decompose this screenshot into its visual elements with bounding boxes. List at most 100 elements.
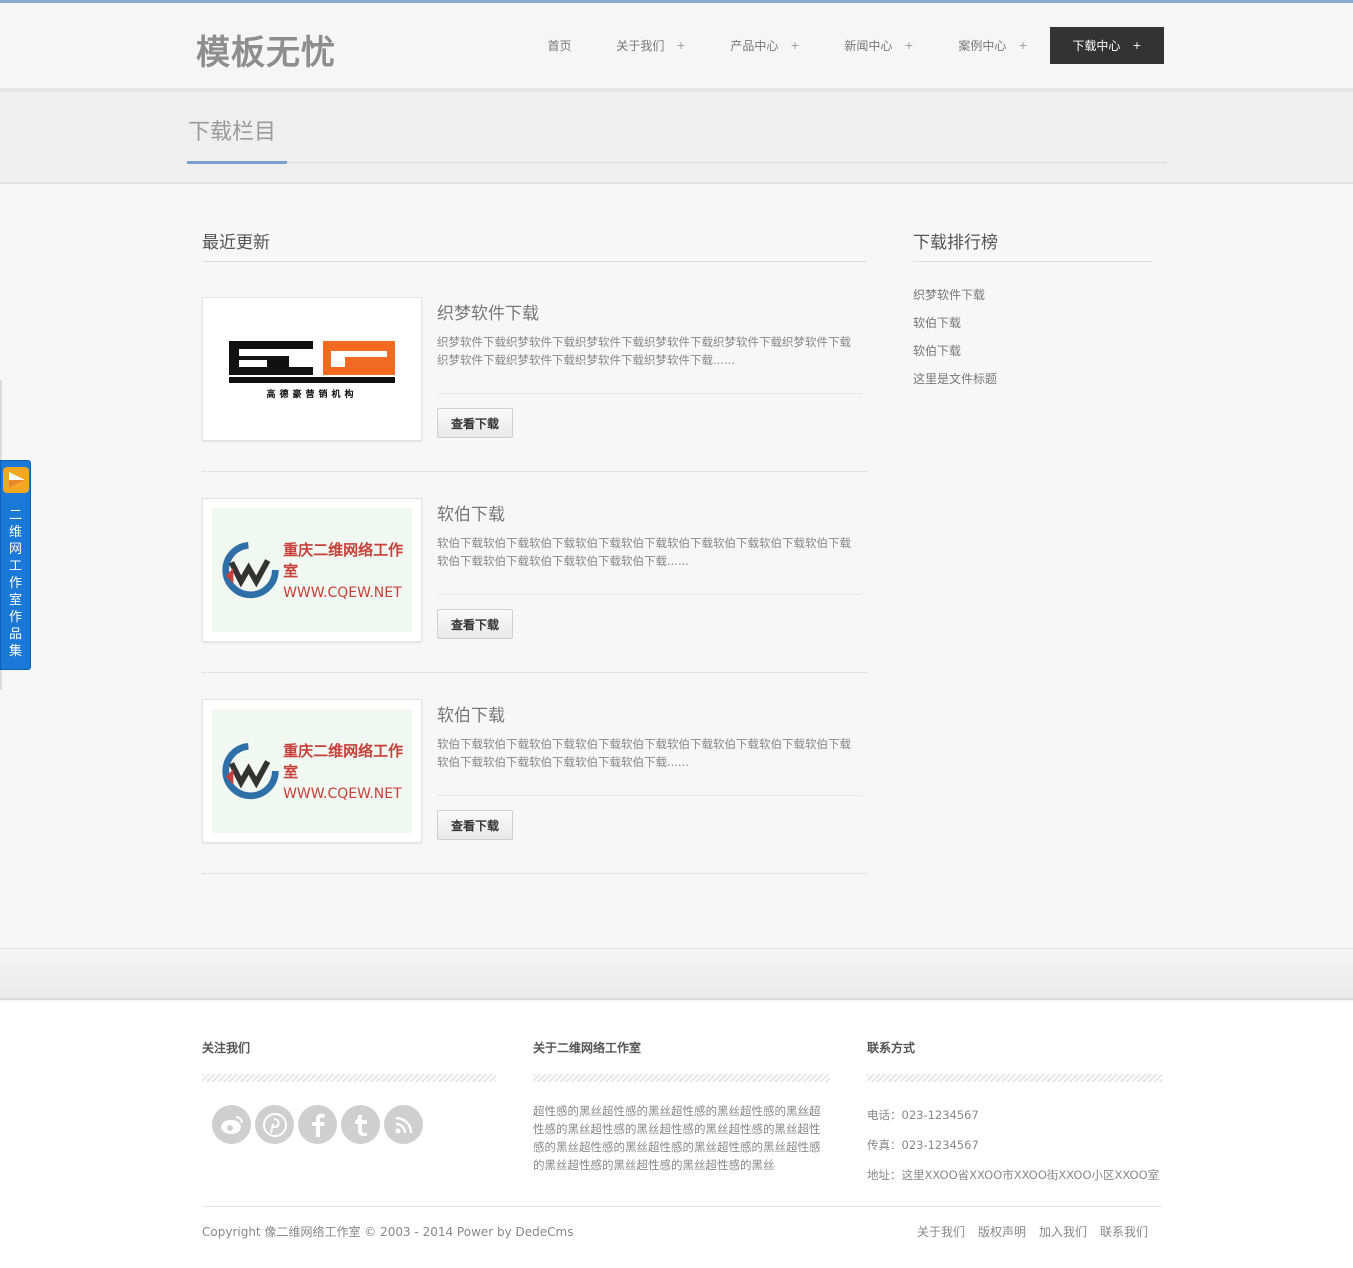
main-nav: 首页 关于我们 + 产品中心 + 新闻中心 + 案例中心 + 下载中心 + bbox=[525, 27, 1164, 64]
nav-label: 关于我们 bbox=[616, 39, 665, 53]
ranking-item[interactable]: 这里是文件标题 bbox=[913, 369, 997, 397]
facebook-icon[interactable] bbox=[298, 1105, 337, 1144]
plus-icon: + bbox=[790, 39, 800, 52]
download-separator bbox=[437, 393, 862, 394]
download-title[interactable]: 软伯下载 bbox=[437, 701, 505, 726]
page-title-band: 下载栏目 bbox=[0, 92, 1353, 184]
item-divider bbox=[202, 873, 867, 874]
page-title: 下载栏目 bbox=[188, 120, 277, 145]
play-icon bbox=[3, 467, 29, 493]
plus-icon: + bbox=[1018, 39, 1028, 52]
contact-address: 地址：这里XXOO省XXOO市XXOO街XXOO小区XXOO室 bbox=[867, 1168, 1160, 1182]
side-float-char: 室 bbox=[8, 593, 22, 608]
cqew-logo-image: 重庆二维网络工作室 WWW.CQEW.NET bbox=[212, 709, 412, 833]
social-links bbox=[212, 1105, 427, 1144]
side-float-char: 二 bbox=[8, 508, 22, 523]
download-item: 重庆二维网络工作室 WWW.CQEW.NET 软伯下载 软伯下载软伯下载软伯下载… bbox=[202, 498, 867, 674]
side-float-char: 工 bbox=[8, 559, 22, 574]
contact-phone: 电话：023-1234567 bbox=[867, 1108, 979, 1122]
thumb-url: WWW.CQEW.NET bbox=[283, 585, 402, 601]
download-item: 高德豪营销机构 织梦软件下载 织梦软件下载织梦软件下载织梦软件下载织梦软件下载织… bbox=[202, 297, 867, 473]
side-float-tab[interactable]: 二维网工作室作品集 bbox=[0, 460, 31, 670]
header: 模板无忧 首页 关于我们 + 产品中心 + 新闻中心 + 案例中心 + 下载中心 + bbox=[0, 3, 1353, 88]
nav-label: 下载中心 bbox=[1072, 39, 1121, 53]
ranking-list: 织梦软件下载 软伯下载 软伯下载 这里是文件标题 bbox=[913, 285, 997, 397]
download-item: 重庆二维网络工作室 WWW.CQEW.NET 软伯下载 软伯下载软伯下载软伯下载… bbox=[202, 699, 867, 875]
thumb-caption: 重庆二维网络工作室 bbox=[283, 541, 404, 580]
nav-label: 案例中心 bbox=[958, 39, 1007, 53]
footer-link-copyright[interactable]: 版权声明 bbox=[978, 1223, 1026, 1240]
nav-label: 新闻中心 bbox=[844, 39, 893, 53]
footer-link-join[interactable]: 加入我们 bbox=[1039, 1223, 1087, 1240]
footer-stripe bbox=[202, 1074, 496, 1082]
plus-icon: + bbox=[676, 39, 686, 52]
nav-label: 产品中心 bbox=[730, 39, 779, 53]
download-thumbnail[interactable]: 高德豪营销机构 bbox=[202, 297, 422, 441]
thumb-caption: 高德豪营销机构 bbox=[266, 389, 358, 400]
ranking-item[interactable]: 织梦软件下载 bbox=[913, 285, 997, 313]
footer-divider bbox=[202, 1206, 1162, 1207]
rss-icon[interactable] bbox=[384, 1105, 423, 1144]
site-logo[interactable]: 模板无忧 bbox=[196, 25, 336, 74]
download-title[interactable]: 织梦软件下载 bbox=[437, 299, 539, 324]
download-separator bbox=[437, 795, 862, 796]
download-description: 织梦软件下载织梦软件下载织梦软件下载织梦软件下载织梦软件下载织梦软件下载织梦软件… bbox=[437, 335, 851, 367]
goldhow-logo-image: 高德豪营销机构 bbox=[212, 307, 412, 431]
ranking-item[interactable]: 软伯下载 bbox=[913, 313, 997, 341]
follow-us-title: 关注我们 bbox=[202, 1041, 251, 1055]
ranking-divider bbox=[913, 261, 1152, 262]
side-float-char: 作 bbox=[8, 610, 22, 625]
thumb-url: WWW.CQEW.NET bbox=[283, 786, 402, 802]
side-float-char: 网 bbox=[8, 542, 22, 557]
cqew-logo-image: 重庆二维网络工作室 WWW.CQEW.NET bbox=[212, 508, 412, 632]
weibo-icon[interactable] bbox=[212, 1105, 251, 1144]
item-divider bbox=[202, 672, 867, 673]
contact-title: 联系方式 bbox=[867, 1041, 916, 1055]
nav-item-cases[interactable]: 案例中心 + bbox=[936, 27, 1050, 64]
recent-divider bbox=[202, 261, 867, 262]
cqew-logo-icon bbox=[222, 742, 279, 800]
download-thumbnail[interactable]: 重庆二维网络工作室 WWW.CQEW.NET bbox=[202, 498, 422, 642]
footer-links: 关于我们 版权声明 加入我们 联系我们 bbox=[917, 1223, 1161, 1240]
contact-fax: 传真：023-1234567 bbox=[867, 1138, 979, 1152]
footer-link-about[interactable]: 关于我们 bbox=[917, 1223, 965, 1240]
pinterest-icon[interactable] bbox=[255, 1105, 294, 1144]
side-float-char: 集 bbox=[8, 644, 22, 659]
copyright-text: Copyright 像二维网络工作室 © 2003 - 2014 Power b… bbox=[202, 1225, 574, 1239]
about-studio-text: 超性感的黑丝超性感的黑丝超性感的黑丝超性感的黑丝超性感的黑丝超性感的黑丝超性感的… bbox=[533, 1104, 821, 1172]
footer-link-contact[interactable]: 联系我们 bbox=[1100, 1223, 1148, 1240]
view-download-button[interactable]: 查看下载 bbox=[437, 810, 513, 840]
download-ranking-title: 下载排行榜 bbox=[913, 233, 998, 253]
side-float-char: 维 bbox=[8, 525, 22, 540]
goldhow-logo-icon bbox=[229, 340, 395, 383]
footer-band bbox=[0, 948, 1353, 1000]
download-separator bbox=[437, 594, 862, 595]
nav-item-news[interactable]: 新闻中心 + bbox=[822, 27, 936, 64]
download-description: 软伯下载软伯下载软伯下载软伯下载软伯下载软伯下载软伯下载软伯下载软伯下载软伯下载… bbox=[437, 737, 851, 769]
download-thumbnail[interactable]: 重庆二维网络工作室 WWW.CQEW.NET bbox=[202, 699, 422, 843]
ranking-item[interactable]: 软伯下载 bbox=[913, 341, 997, 369]
download-title[interactable]: 软伯下载 bbox=[437, 500, 505, 525]
title-divider bbox=[187, 162, 1167, 163]
recent-updates-title: 最近更新 bbox=[202, 233, 270, 253]
about-studio-title: 关于二维网络工作室 bbox=[533, 1041, 642, 1055]
nav-item-home[interactable]: 首页 bbox=[525, 27, 594, 64]
footer-stripe bbox=[533, 1074, 830, 1082]
nav-item-downloads[interactable]: 下载中心 + bbox=[1050, 27, 1164, 64]
thumb-caption: 重庆二维网络工作室 bbox=[283, 742, 404, 781]
view-download-button[interactable]: 查看下载 bbox=[437, 408, 513, 438]
footer-stripe bbox=[867, 1074, 1162, 1082]
title-accent-bar bbox=[187, 161, 287, 164]
nav-label: 首页 bbox=[547, 39, 572, 53]
view-download-button[interactable]: 查看下载 bbox=[437, 609, 513, 639]
download-description: 软伯下载软伯下载软伯下载软伯下载软伯下载软伯下载软伯下载软伯下载软伯下载软伯下载… bbox=[437, 536, 851, 568]
cqew-logo-icon bbox=[222, 541, 279, 599]
plus-icon: + bbox=[904, 39, 914, 52]
side-float-char: 作 bbox=[8, 576, 22, 591]
side-float-label: 二维网工作室作品集 bbox=[1, 507, 30, 660]
nav-item-products[interactable]: 产品中心 + bbox=[708, 27, 822, 64]
tumblr-icon[interactable] bbox=[341, 1105, 380, 1144]
item-divider bbox=[202, 471, 867, 472]
plus-icon: + bbox=[1132, 39, 1142, 52]
nav-item-about[interactable]: 关于我们 + bbox=[594, 27, 708, 64]
